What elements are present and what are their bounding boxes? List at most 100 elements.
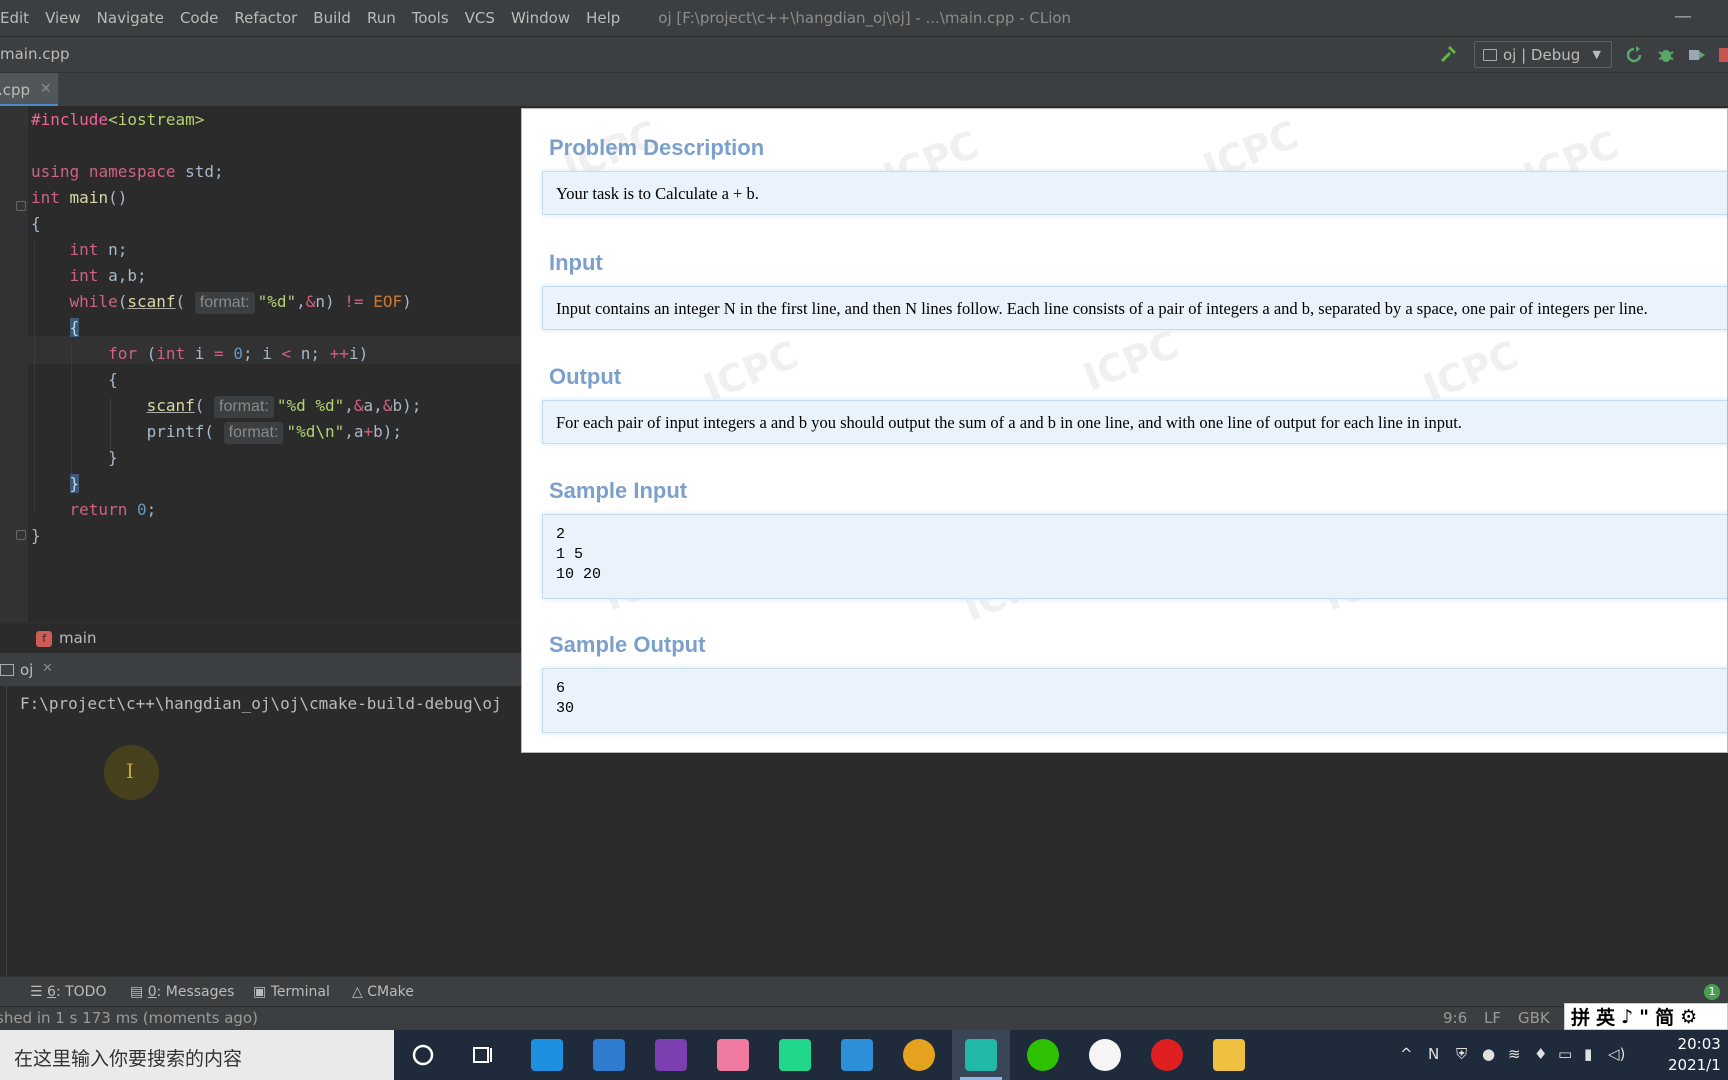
tray-security-icon[interactable]: ⛨	[1456, 1045, 1467, 1063]
ime-quote-icon[interactable]: "	[1639, 1006, 1649, 1028]
section-body-description: Your task is to Calculate a + b.	[542, 171, 1727, 215]
taskbar: 在这里输入你要搜索的内容 ^ N ⛨ ● ≋ ♦ ▭ ▮ ◁) 20:03 20…	[0, 1030, 1728, 1080]
menu-build[interactable]: Build	[305, 9, 359, 27]
event-log-badge[interactable]: 1	[1704, 984, 1720, 1000]
tray-mic-icon[interactable]: ▮	[1584, 1045, 1592, 1063]
menu-navigate[interactable]: Navigate	[89, 9, 172, 27]
clion-icon[interactable]	[965, 1039, 997, 1071]
ime-settings-icon[interactable]: ⚙	[1680, 1006, 1697, 1028]
file-explorer-icon[interactable]	[1213, 1039, 1245, 1071]
close-icon[interactable]: ✕	[40, 81, 52, 97]
code-line: }	[69, 474, 80, 493]
menu-help[interactable]: Help	[578, 9, 628, 27]
store-icon[interactable]	[593, 1039, 625, 1071]
task-view-icon[interactable]	[467, 1039, 499, 1071]
tray-network-icon[interactable]: ≋	[1508, 1045, 1521, 1063]
function-name: main	[59, 629, 97, 647]
tray-wechat-icon[interactable]: ●	[1482, 1045, 1495, 1063]
run-configuration-select[interactable]: oj | Debug ▼	[1474, 41, 1612, 68]
code-line: printf( format: "%d\n",a+b);	[31, 418, 402, 446]
ime-pinyin-label[interactable]: 拼	[1571, 1003, 1590, 1030]
tray-app-icon[interactable]: ♦	[1534, 1045, 1547, 1063]
file-breadcrumb[interactable]: main.cpp	[0, 45, 70, 63]
menu-vcs[interactable]: VCS	[457, 9, 503, 27]
onenote-icon[interactable]	[655, 1039, 687, 1071]
screen-recorder-icon[interactable]	[1151, 1039, 1183, 1071]
run-with-coverage-icon[interactable]	[1687, 45, 1707, 65]
editor-gutter	[0, 106, 28, 622]
chevron-down-icon: ▼	[1592, 48, 1601, 61]
close-icon[interactable]: ✕	[42, 661, 53, 676]
section-title-description: Problem Description	[549, 135, 765, 160]
line-separator[interactable]: LF	[1484, 1009, 1501, 1027]
pycharm-icon[interactable]	[779, 1039, 811, 1071]
watermark: ICPC	[1417, 332, 1525, 410]
terminal-icon: ▣	[253, 984, 267, 1000]
menu-window[interactable]: Window	[503, 9, 578, 27]
rerun-icon[interactable]	[1624, 45, 1644, 65]
tray-onenote-icon[interactable]: N	[1428, 1045, 1439, 1063]
cortana-icon[interactable]	[407, 1039, 439, 1071]
mail-icon[interactable]	[531, 1039, 563, 1071]
taskbar-clock[interactable]: 20:03 2021/1	[1668, 1034, 1721, 1076]
minimize-icon[interactable]: —	[1674, 6, 1692, 27]
caret-position[interactable]: 9:6	[1443, 1009, 1467, 1027]
parameter-hint: format:	[214, 396, 274, 418]
watermark: ICPC	[697, 332, 805, 410]
code-line: for (int i = 0; i < n; ++i)	[108, 344, 369, 363]
chrome-icon[interactable]	[903, 1039, 935, 1071]
console-divider	[6, 686, 7, 976]
text-cursor-icon: I	[126, 759, 134, 783]
file-encoding[interactable]: GBK	[1518, 1009, 1550, 1027]
taskbar-search-input[interactable]: 在这里输入你要搜索的内容	[0, 1030, 394, 1080]
code-line: {	[31, 214, 41, 233]
section-body-input: Input contains an integer N in the first…	[542, 286, 1727, 330]
status-message[interactable]: shed in 1 s 173 ms (moments ago)	[0, 1009, 258, 1027]
code-line: scanf( format: "%d %d",&a,&b);	[31, 392, 421, 420]
menu-run[interactable]: Run	[359, 9, 404, 27]
function-icon: f	[36, 631, 52, 647]
code-line: {	[31, 370, 118, 389]
parameter-hint: format:	[223, 422, 284, 444]
section-body-sample-input: 2 1 5 10 20	[542, 514, 1727, 599]
run-tab[interactable]: oj	[20, 661, 33, 679]
ime-punctuation-icon[interactable]: ♪	[1621, 1006, 1633, 1028]
tool-tab-messages[interactable]: ▤ 0: Messages	[130, 984, 234, 1000]
vscode-icon[interactable]	[841, 1039, 873, 1071]
build-hammer-icon[interactable]	[1438, 43, 1460, 65]
app-icon[interactable]	[1089, 1039, 1121, 1071]
ime-simplified-label[interactable]: 简	[1655, 1003, 1674, 1030]
ime-english-label[interactable]: 英	[1596, 1003, 1615, 1030]
wechat-icon[interactable]	[1027, 1039, 1059, 1071]
menu-tools[interactable]: Tools	[404, 9, 457, 27]
bilibili-icon[interactable]	[717, 1039, 749, 1071]
menu-bar: Edit View Navigate Code Refactor Build R…	[0, 0, 1728, 36]
navigation-bar: main.cpp oj | Debug ▼	[0, 36, 1728, 72]
tool-tab-terminal[interactable]: ▣ Terminal	[253, 984, 330, 1000]
tab-label: .cpp	[0, 81, 31, 99]
clock-date: 2021/1	[1668, 1056, 1721, 1074]
section-title-input: Input	[549, 250, 603, 275]
tray-battery-icon[interactable]: ▭	[1558, 1045, 1572, 1063]
run-configuration-label: oj | Debug	[1503, 45, 1581, 64]
fold-marker-icon[interactable]	[16, 530, 26, 540]
menu-edit[interactable]: Edit	[0, 9, 37, 27]
clock-time: 20:03	[1677, 1035, 1721, 1053]
menu-code[interactable]: Code	[172, 9, 226, 27]
code-line: int a,b;	[69, 266, 147, 285]
tool-tab-todo[interactable]: ☰ 6: TODO	[30, 984, 106, 1000]
stop-icon[interactable]	[1716, 45, 1728, 65]
debug-bug-icon[interactable]	[1656, 45, 1676, 65]
code-line: while(scanf( format: "%d",&n) != EOF)	[31, 288, 412, 316]
menu-refactor[interactable]: Refactor	[226, 9, 305, 27]
tab-main-cpp[interactable]: .cpp ✕	[0, 73, 58, 107]
ime-toolbar[interactable]: 拼 英 ♪ " 简 ⚙	[1564, 1003, 1728, 1030]
fold-marker-icon[interactable]	[16, 201, 26, 211]
tray-expand-icon[interactable]: ^	[1400, 1045, 1413, 1063]
problem-statement-window: ICPC ICPC ICPC ICPC ICPC ICPC ICPC ICPC …	[521, 108, 1728, 753]
code-line: using namespace std;	[31, 162, 224, 181]
menu-view[interactable]: View	[37, 9, 89, 27]
code-line: {	[69, 318, 80, 337]
tool-tab-cmake[interactable]: △ CMake	[352, 984, 414, 1000]
tray-volume-icon[interactable]: ◁)	[1608, 1045, 1625, 1063]
